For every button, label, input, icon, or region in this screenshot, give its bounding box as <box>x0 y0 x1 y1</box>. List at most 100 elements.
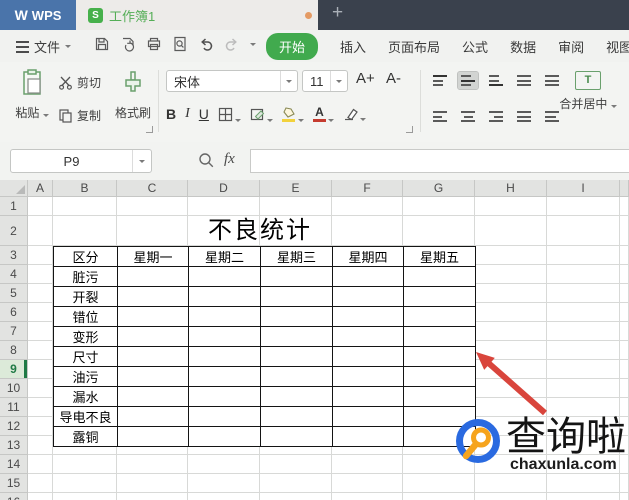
grid-cell[interactable] <box>28 303 53 322</box>
table-data-cell[interactable] <box>260 286 333 307</box>
row-header-10[interactable]: 10 <box>0 379 28 398</box>
quick-access-more-icon[interactable] <box>250 42 256 46</box>
row-header-15[interactable]: 15 <box>0 474 28 493</box>
row-header-1[interactable]: 1 <box>0 197 28 216</box>
shrink-font-button[interactable]: A- <box>386 70 401 87</box>
row-header-14[interactable]: 14 <box>0 455 28 474</box>
grid-cell[interactable] <box>28 246 53 265</box>
table-data-cell[interactable] <box>260 386 333 407</box>
grid-cell[interactable] <box>53 197 117 216</box>
row-header-6[interactable]: 6 <box>0 303 28 322</box>
table-data-cell[interactable] <box>188 326 261 347</box>
table-header-cell[interactable]: 星期三 <box>260 246 333 267</box>
align-center-button[interactable] <box>458 108 478 125</box>
cut-button[interactable]: 剪切 <box>58 74 101 91</box>
grid-cell[interactable] <box>260 493 332 500</box>
table-data-cell[interactable] <box>188 346 261 367</box>
align-bottom-button[interactable] <box>486 72 506 89</box>
table-data-cell[interactable] <box>403 386 476 407</box>
grid-cell[interactable] <box>117 493 188 500</box>
redo-icon[interactable] <box>224 36 240 52</box>
font-name-select[interactable]: 宋体 <box>166 70 298 92</box>
table-row-label[interactable]: 尺寸 <box>53 346 118 367</box>
grid-cell[interactable] <box>53 474 117 493</box>
copy-button[interactable]: 复制 <box>58 107 101 124</box>
table-data-cell[interactable] <box>117 346 189 367</box>
table-row-label[interactable]: 导电不良 <box>53 406 118 427</box>
grid-cell[interactable] <box>53 216 117 246</box>
grid-cell[interactable] <box>547 265 620 284</box>
row-header-3[interactable]: 3 <box>0 246 28 265</box>
decrease-indent-button[interactable] <box>514 72 534 89</box>
grid-cell[interactable] <box>188 493 260 500</box>
select-all-corner[interactable] <box>0 180 28 197</box>
align-right-button[interactable] <box>486 108 506 125</box>
table-header-cell[interactable]: 星期五 <box>403 246 476 267</box>
table-row-label[interactable]: 油污 <box>53 366 118 387</box>
table-data-cell[interactable] <box>117 386 189 407</box>
borders-button[interactable] <box>218 107 241 122</box>
table-data-cell[interactable] <box>332 306 404 327</box>
formula-input[interactable] <box>250 149 629 173</box>
grid-cell[interactable] <box>475 360 547 379</box>
grid-cell[interactable] <box>403 216 475 246</box>
underline-button[interactable]: U <box>199 106 209 122</box>
grid-cell[interactable] <box>475 379 547 398</box>
ribbon-tab-审阅[interactable]: 审阅 <box>558 37 584 56</box>
grid-cell[interactable] <box>547 246 620 265</box>
grid-cell[interactable] <box>475 284 547 303</box>
table-header-cell[interactable]: 星期二 <box>188 246 261 267</box>
table-data-cell[interactable] <box>403 366 476 387</box>
row-header-16[interactable]: 16 <box>0 493 28 500</box>
grid-cell[interactable] <box>547 322 620 341</box>
grid-cell[interactable] <box>475 322 547 341</box>
grid-cell[interactable] <box>620 246 629 265</box>
table-row-label[interactable]: 漏水 <box>53 386 118 407</box>
grid-cell[interactable] <box>28 216 53 246</box>
table-row-label[interactable]: 脏污 <box>53 266 118 287</box>
grid-cell[interactable] <box>475 303 547 322</box>
align-middle-button[interactable] <box>457 71 479 90</box>
paste-button[interactable]: 粘贴 <box>10 68 54 121</box>
grid-cell[interactable] <box>188 197 260 216</box>
grid-cell[interactable] <box>332 474 403 493</box>
grid-cell[interactable] <box>260 197 332 216</box>
grid-cell[interactable] <box>620 216 629 246</box>
table-data-cell[interactable] <box>260 346 333 367</box>
table-data-cell[interactable] <box>403 286 476 307</box>
table-data-cell[interactable] <box>188 286 261 307</box>
row-header-13[interactable]: 13 <box>0 436 28 455</box>
grid-cell[interactable] <box>547 360 620 379</box>
font-size-select[interactable]: 11 <box>302 70 348 92</box>
table-row-label[interactable]: 开裂 <box>53 286 118 307</box>
grid-cell[interactable] <box>475 216 547 246</box>
format-painter-button[interactable]: 格式刷 <box>112 70 154 121</box>
grid-cell[interactable] <box>547 379 620 398</box>
print-icon[interactable] <box>146 36 162 52</box>
italic-button[interactable]: I <box>185 106 190 122</box>
cell-shading-button[interactable] <box>250 107 273 122</box>
table-data-cell[interactable] <box>332 346 404 367</box>
grid-cell[interactable] <box>547 216 620 246</box>
table-data-cell[interactable] <box>188 266 261 287</box>
align-left-button[interactable] <box>430 108 450 125</box>
column-header-F[interactable]: F <box>332 180 403 197</box>
justify-button[interactable] <box>514 108 534 125</box>
grid-cell[interactable] <box>28 398 53 417</box>
table-header-cell[interactable]: 区分 <box>53 246 118 267</box>
table-data-cell[interactable] <box>117 266 189 287</box>
table-data-cell[interactable] <box>403 306 476 327</box>
grid-cell[interactable] <box>475 265 547 284</box>
grid-cell[interactable] <box>260 455 332 474</box>
grid-cell[interactable] <box>547 284 620 303</box>
table-data-cell[interactable] <box>403 326 476 347</box>
ribbon-tab-视图[interactable]: 视图 <box>606 37 629 56</box>
grid-cell[interactable] <box>28 265 53 284</box>
table-data-cell[interactable] <box>117 306 189 327</box>
column-header-I[interactable]: I <box>547 180 620 197</box>
table-header-cell[interactable]: 星期一 <box>117 246 189 267</box>
row-header-11[interactable]: 11 <box>0 398 28 417</box>
grid-cell[interactable] <box>28 436 53 455</box>
new-tab-button[interactable]: + <box>332 2 343 24</box>
grid-cell[interactable] <box>28 474 53 493</box>
